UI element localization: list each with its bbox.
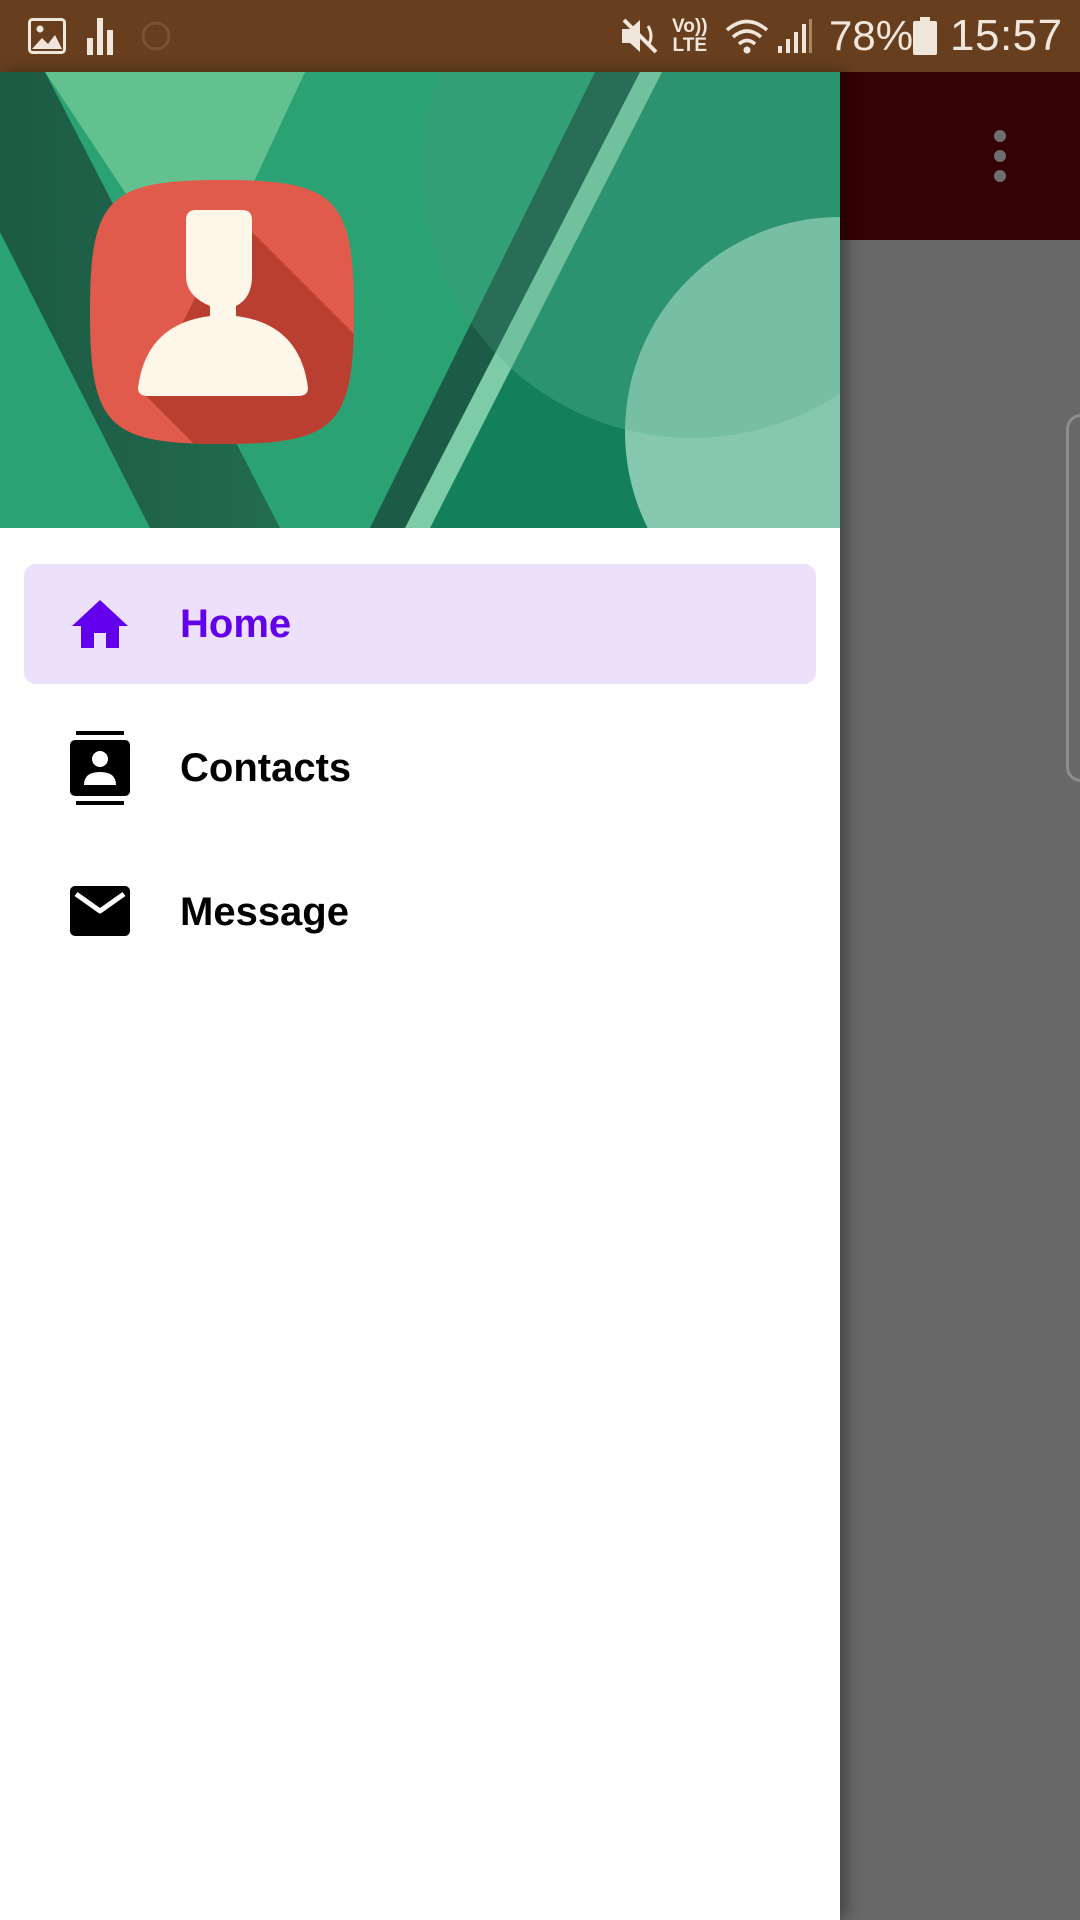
battery-icon <box>912 0 938 72</box>
volte-indicator: Vo)) LTE <box>672 0 708 72</box>
contacts-icon <box>70 731 130 805</box>
bar-chart-icon <box>86 0 114 72</box>
more-vert-icon[interactable] <box>990 128 1010 184</box>
edge-panel-handle[interactable] <box>1066 414 1080 782</box>
home-icon <box>70 594 130 654</box>
gallery-icon <box>28 0 66 72</box>
signal-icon <box>776 0 814 72</box>
mail-icon <box>70 882 130 942</box>
app-content-scrim[interactable] <box>840 240 1080 1920</box>
menu-item-message[interactable]: Message <box>24 852 816 972</box>
menu-item-label: Home <box>180 601 292 646</box>
menu-item-label: Contacts <box>180 745 352 790</box>
drawer-header <box>0 72 840 528</box>
mute-icon <box>618 0 662 72</box>
status-bar: Vo)) LTE 78% 15:57 <box>0 0 1080 72</box>
menu-item-label: Message <box>180 889 349 934</box>
battery-percentage: 78% <box>829 12 914 59</box>
menu-item-contacts[interactable]: Contacts <box>24 708 816 828</box>
volte-top-label: Vo)) <box>672 16 708 37</box>
menu-item-home[interactable]: Home <box>24 564 816 684</box>
sync-icon <box>138 0 174 72</box>
contact-avatar-icon <box>86 176 358 448</box>
app-toolbar <box>840 72 1080 240</box>
navigation-drawer: Home Contacts Message <box>0 72 840 1920</box>
volte-bottom-label: LTE <box>672 35 707 56</box>
wifi-icon <box>724 0 770 72</box>
clock: 15:57 <box>950 11 1063 60</box>
